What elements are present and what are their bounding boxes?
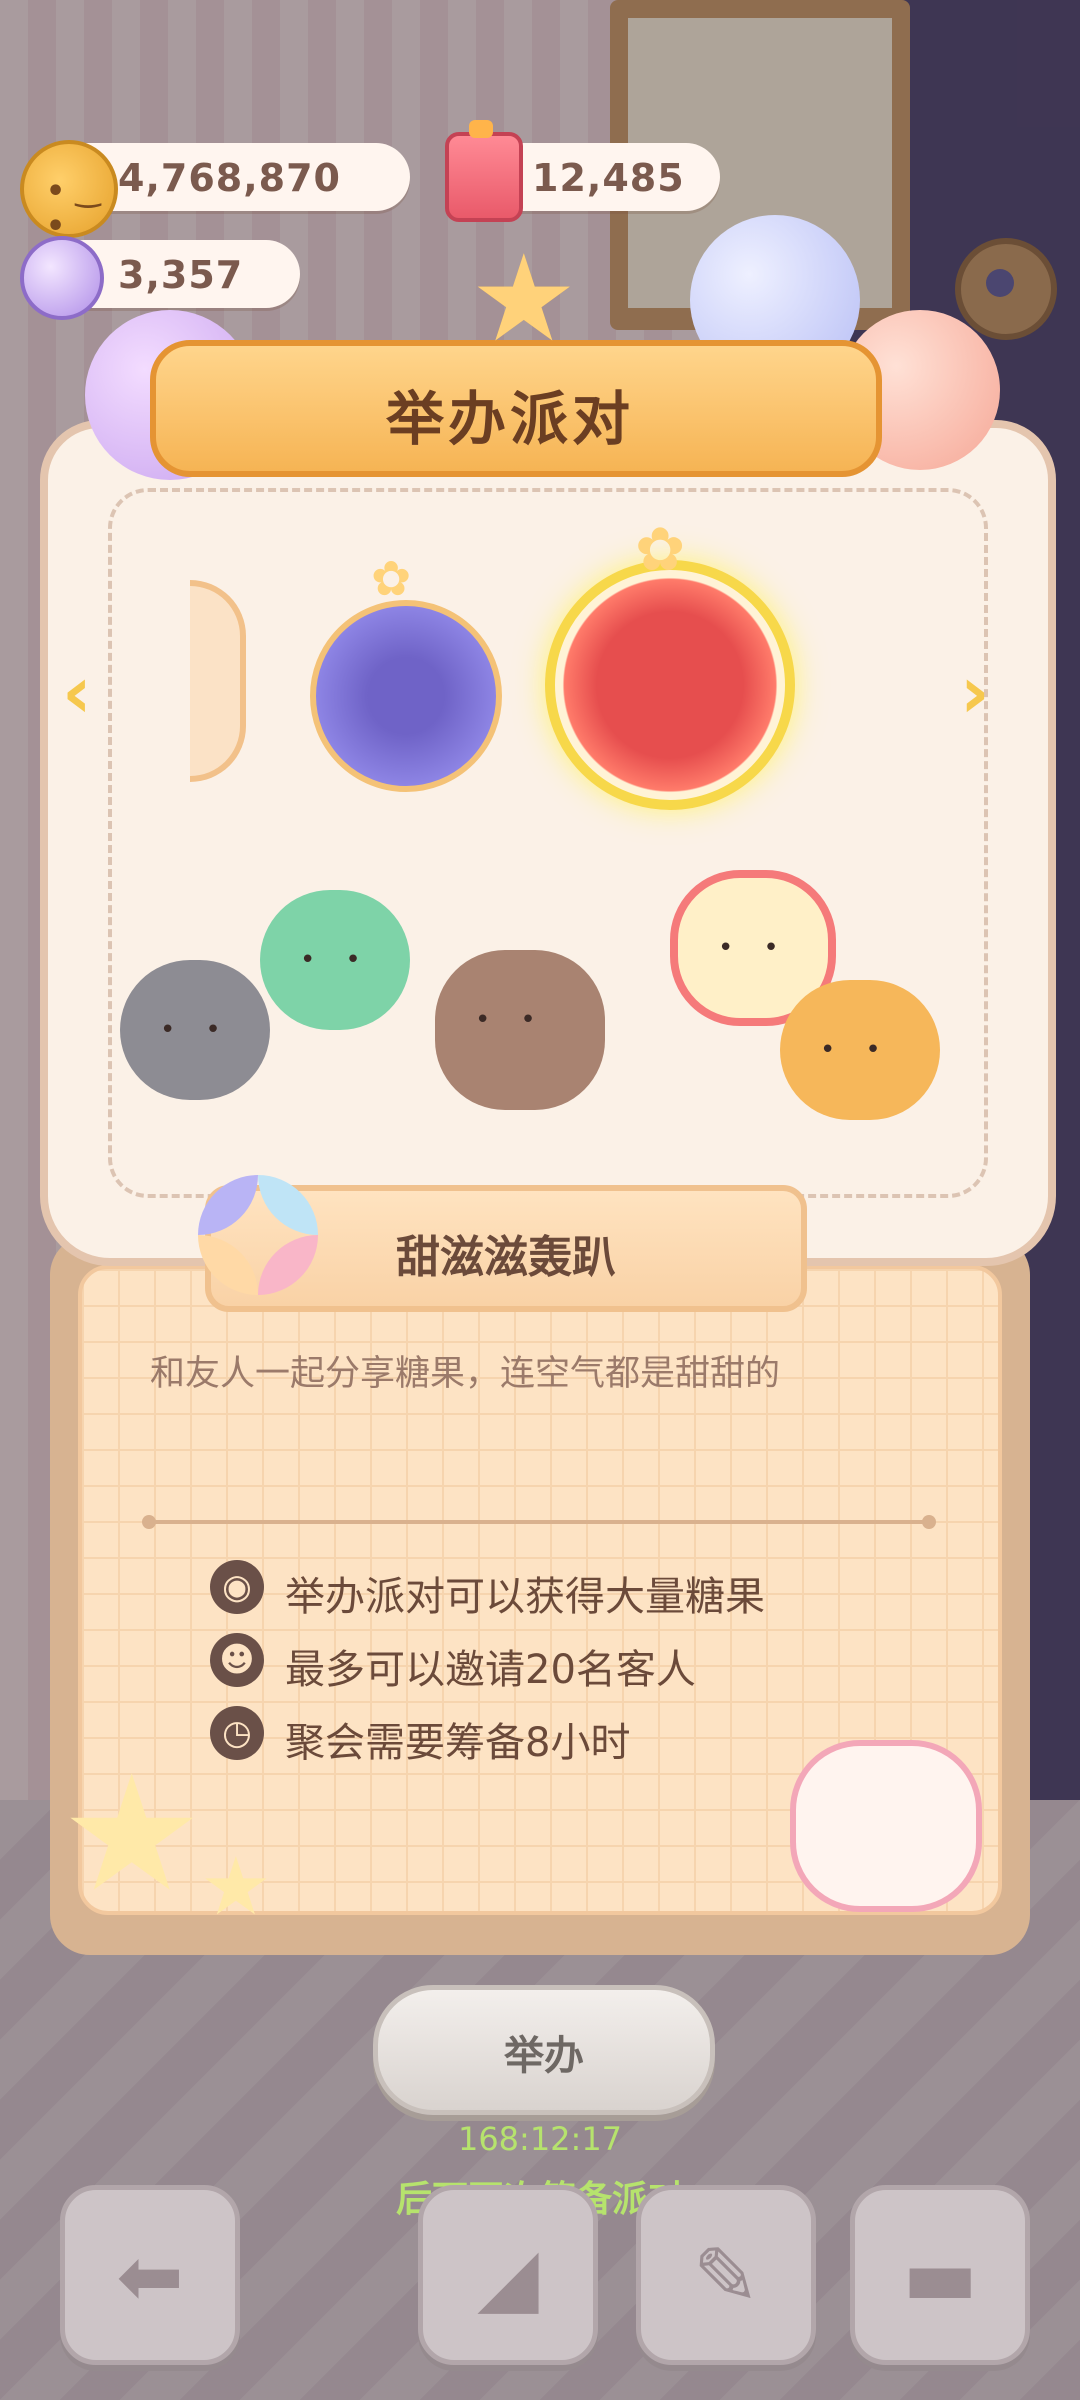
chevron-right-icon: › xyxy=(960,650,990,734)
party-popper-icon: ◢ xyxy=(477,2230,539,2323)
settings-gear-icon[interactable] xyxy=(955,238,1057,340)
coin-amount: 4,768,870 xyxy=(118,156,341,200)
back-button[interactable]: ⬅ xyxy=(60,2185,240,2365)
party-description: 和友人一起分享糖果，连空气都是甜甜的 xyxy=(150,1354,781,1394)
sofa-icon: ▬ xyxy=(902,2230,978,2323)
star-decoration-icon: ★ xyxy=(60,1740,204,1927)
bunny-guest-avatar xyxy=(790,1740,982,1912)
guest-icon: ☻ xyxy=(210,1633,264,1687)
bow-icon: ✿ xyxy=(371,551,412,607)
divider xyxy=(142,1515,936,1529)
candy-amount: 12,485 xyxy=(532,156,685,200)
star-decoration-icon: ★ xyxy=(200,1840,272,1933)
curly-hair-guest-avatar: •• xyxy=(435,950,605,1110)
party-theme-option[interactable] xyxy=(190,580,246,782)
party-theme-selected[interactable]: ✿ xyxy=(545,515,795,810)
zombie-guest-avatar: •• xyxy=(260,890,410,1030)
guest-group: •• •• •• •• •• xyxy=(110,870,980,1130)
cooldown-timer: 168:12:17 xyxy=(457,2120,623,2158)
prev-party-button[interactable]: ‹ xyxy=(62,650,132,734)
party-select-card xyxy=(40,420,1056,1266)
party-theme-option[interactable]: ✿ xyxy=(310,551,502,792)
candy-icon: ◉ xyxy=(210,1560,264,1614)
cat-guest-avatar: •• xyxy=(780,980,940,1120)
candy-gem-icon xyxy=(20,236,104,320)
pinwheel-icon xyxy=(188,1165,328,1305)
gem-amount: 3,357 xyxy=(118,253,244,297)
next-party-button[interactable]: › xyxy=(960,650,1030,734)
furniture-button[interactable]: ▬ xyxy=(850,2185,1030,2365)
hold-party-button[interactable]: 举办 xyxy=(373,1985,715,2115)
candy-jar-icon xyxy=(445,120,523,222)
coin-icon: • ‿ • xyxy=(20,140,118,244)
decorate-icon: ✎ xyxy=(692,2230,760,2323)
back-arrow-icon: ⬅ xyxy=(116,2230,184,2323)
raccoon-guest-avatar: •• xyxy=(120,960,270,1100)
bow-icon: ✿ xyxy=(635,515,686,585)
star-icon: ★ xyxy=(470,230,578,369)
chevron-left-icon: ‹ xyxy=(62,650,92,734)
decorate-button[interactable]: ✎ xyxy=(636,2185,816,2365)
party-button[interactable]: ◢ xyxy=(418,2185,598,2365)
dialog-title: 举办派对 xyxy=(385,385,634,453)
alarm-clock-icon: ◷ xyxy=(210,1706,264,1760)
